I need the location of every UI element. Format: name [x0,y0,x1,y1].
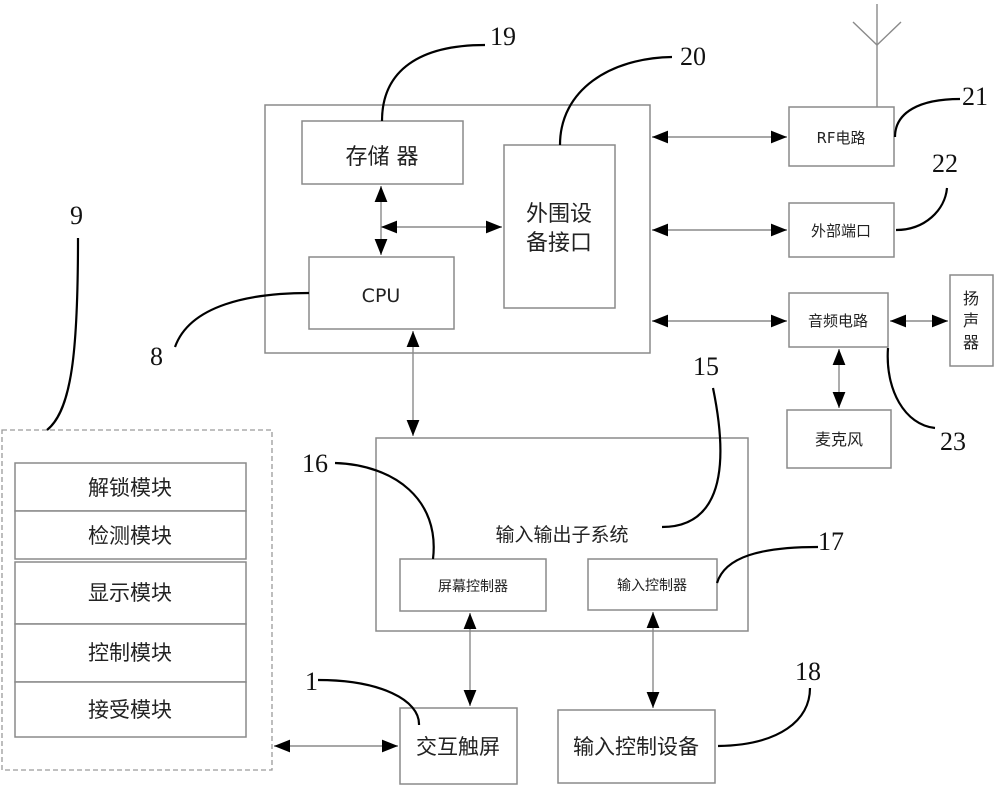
io-subsystem-title: 输入输出子系统 [495,524,628,546]
audio-circuit-label: 音频电路 [808,312,868,330]
memory-label: 存储 器 [346,145,419,170]
leader-22 [895,187,949,232]
input-controller-label: 输入控制器 [617,578,687,594]
ref-15: 15 [693,352,719,381]
peripheral-interface-label-2: 备接口 [526,231,592,256]
module-display-label: 显示模块 [88,581,172,605]
module-list: 解锁模块 检测模块 显示模块 控制模块 接受模块 [14,462,247,738]
peripheral-interface-label-1: 外围设 [526,202,592,227]
ref-22: 22 [932,149,958,178]
module-detect-label: 检测模块 [88,524,172,548]
ref-23: 23 [940,427,966,456]
touchscreen-label: 交互触屏 [416,735,500,759]
external-port-label: 外部端口 [811,222,871,240]
input-control-device-label: 输入控制设备 [573,735,699,759]
ref-1: 1 [305,667,318,696]
ref-20: 20 [680,42,706,71]
speaker-label-2: 声 [963,311,979,330]
ref-8: 8 [150,342,163,371]
module-unlock-label: 解锁模块 [88,476,172,500]
leader-21 [893,97,961,138]
leader-9 [46,237,80,431]
cpu-label: CPU [362,285,401,307]
ref-18: 18 [795,657,821,686]
module-control-label: 控制模块 [88,641,172,665]
module-receive-label: 接受模块 [88,698,172,722]
speaker-label-1: 扬 [963,289,979,308]
ref-9: 9 [70,201,83,230]
block-diagram: 存储 器 CPU 外围设 备接口 RF电路 外部端口 音频电路 扬 声 器 麦克… [1,4,994,785]
ref-16: 16 [302,449,328,478]
rf-circuit-label: RF电路 [816,129,865,147]
microphone-label: 麦克风 [815,430,863,449]
speaker-label-3: 器 [963,333,979,352]
ref-19: 19 [490,22,516,51]
leader-18 [717,687,812,748]
screen-controller-label: 屏幕控制器 [438,579,508,595]
leader-23 [886,347,936,430]
ref-21: 21 [962,82,988,111]
ref-17: 17 [818,527,844,556]
